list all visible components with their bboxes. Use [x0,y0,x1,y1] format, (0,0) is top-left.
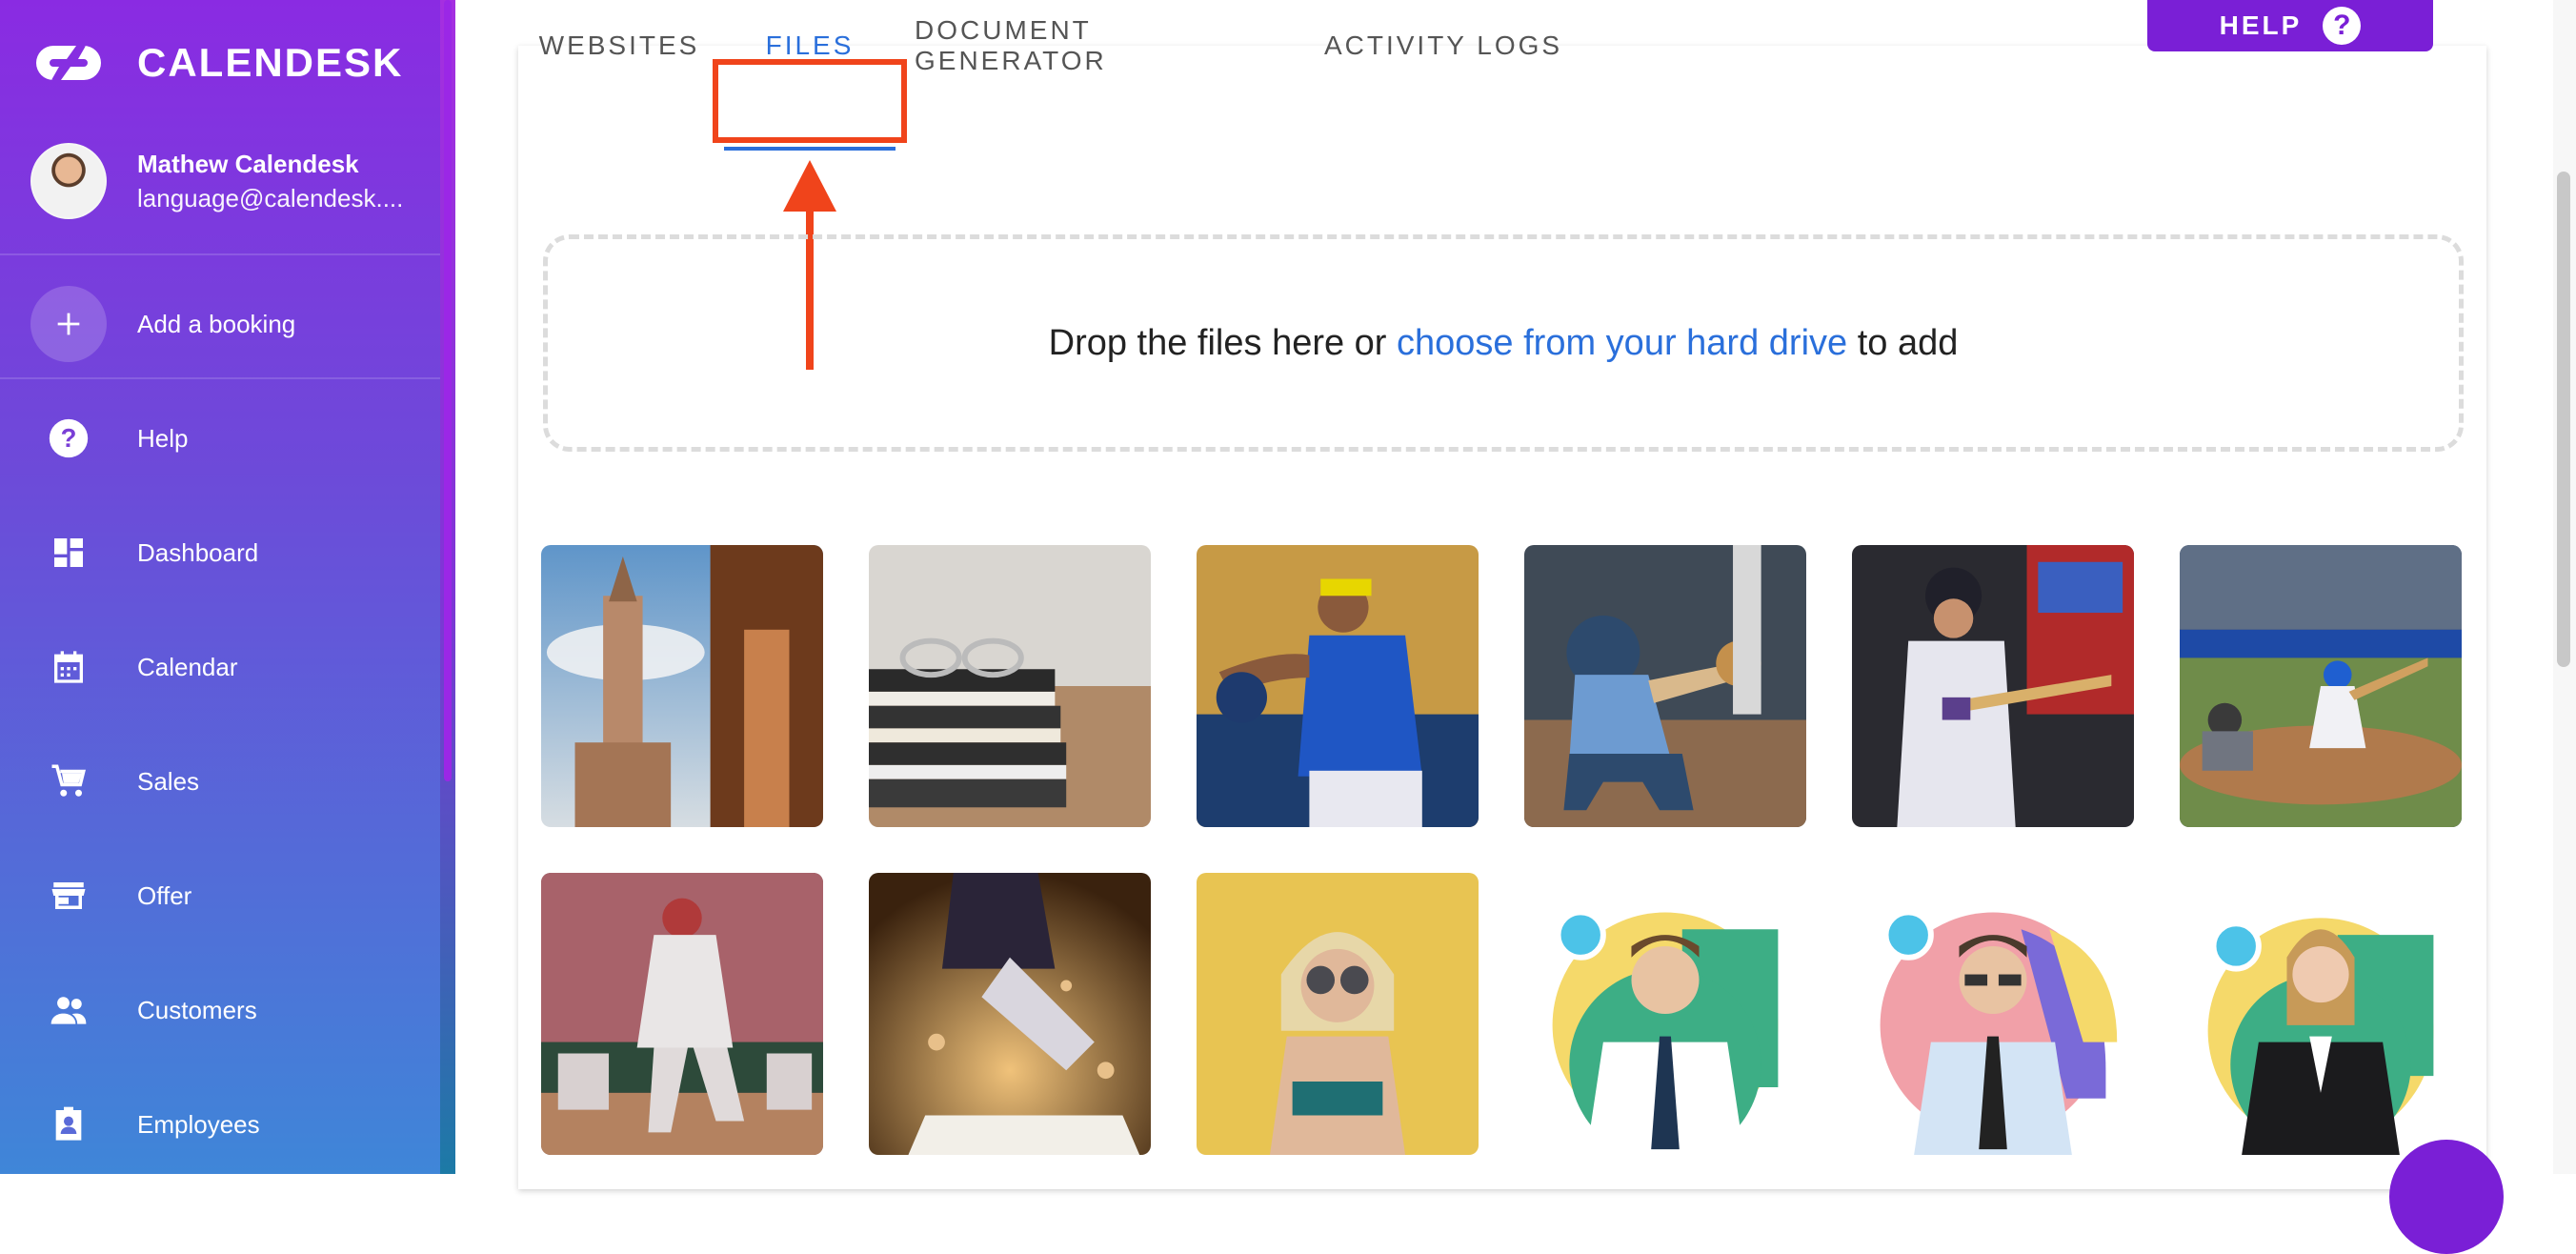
avatar [30,143,107,219]
file-thumbnail-woman-yellow[interactable] [1197,873,1479,1155]
question-circle-icon: ? [30,400,107,476]
sidebar-item-label: Add a booking [137,309,296,338]
sidebar-item-add-booking[interactable]: Add a booking [0,276,440,372]
file-thumbnail-woman-suit[interactable] [2180,873,2462,1155]
sidebar-item-label: Help [137,423,189,453]
image-icon [1852,873,2134,1155]
image-icon [2180,545,2462,827]
calendesk-logo-icon [36,46,101,80]
plus-icon [30,286,107,362]
sidebar-divider [0,377,440,379]
image-icon [2180,873,2462,1155]
dashboard-icon [30,515,107,591]
help-button-label: HELP [2219,10,2303,40]
sidebar-item-label: Offer [137,880,192,910]
sidebar-item-sales[interactable]: Sales [0,734,440,829]
sidebar-item-label: Dashboard [137,537,259,567]
sidebar-item-label: Employees [137,1109,260,1139]
brand[interactable]: CALENDESK [30,38,403,88]
image-icon [541,545,823,827]
image-icon [869,545,1151,827]
file-thumbnail-pitcher[interactable] [1197,545,1479,827]
sidebar-item-offer[interactable]: Offer [0,848,440,943]
tab-document-generator[interactable]: DOCUMENT GENERATOR [915,0,1277,91]
sidebar-item-label: Calendar [137,652,238,681]
people-icon [30,972,107,1048]
image-icon [541,873,823,1155]
tab-websites[interactable]: WEBSITES [533,0,705,91]
file-thumbnail-pitcher-stadium[interactable] [541,873,823,1155]
image-icon [1197,873,1479,1155]
floating-action-button[interactable] [2389,1140,2504,1254]
profile-email: language@calendesk.... [137,184,404,212]
file-thumbnail-tower[interactable] [541,545,823,827]
sidebar-item-label: Customers [137,995,257,1024]
sidebar-item-employees[interactable]: Employees [0,1077,440,1172]
sidebar-item-label: Sales [137,766,200,796]
sidebar-scrollbar[interactable] [440,0,455,1174]
file-thumbnail-game[interactable] [2180,545,2462,827]
active-tab-indicator [724,147,896,151]
user-profile[interactable]: Mathew Calendesk language@calendesk.... [30,143,403,219]
help-button[interactable]: HELP ? [2147,0,2433,51]
svg-text:?: ? [61,423,77,453]
dropzone-text-prefix: Drop the files here or [1048,322,1387,363]
sidebar-scroll-thumb[interactable] [444,0,452,781]
file-dropzone[interactable]: Drop the files here or choose from your … [543,234,2464,452]
calendar-icon [30,629,107,705]
brand-name: CALENDESK [137,40,404,85]
file-thumbnail-catcher[interactable] [1524,545,1806,827]
question-circle-icon: ? [2323,7,2362,45]
sidebar-item-calendar[interactable]: Calendar [0,619,440,715]
main-scroll-thumb[interactable] [2557,172,2570,667]
file-thumbnail-books[interactable] [869,545,1151,827]
sidebar: CALENDESK Mathew Calendesk language@cale… [0,0,440,1174]
choose-file-link[interactable]: choose from your hard drive [1397,323,1847,364]
image-icon [1524,545,1806,827]
image-icon [869,873,1151,1155]
image-icon [1197,545,1479,827]
image-icon [1524,873,1806,1155]
cart-icon [30,743,107,819]
sidebar-item-dashboard[interactable]: Dashboard [0,505,440,600]
sidebar-item-help[interactable]: ? Help [0,391,440,486]
tab-activity-logs[interactable]: ACTIVITY LOGS [1315,0,1572,91]
file-thumbnail-man-tie[interactable] [1524,873,1806,1155]
file-thumbnail-batter[interactable] [1852,545,2134,827]
badge-icon [30,1086,107,1163]
file-thumbnail-man-glasses[interactable] [1852,873,2134,1155]
dropzone-text-suffix: to add [1857,322,1959,363]
file-thumbnail-sliding[interactable] [869,873,1151,1155]
sidebar-item-customers[interactable]: Customers [0,962,440,1058]
store-icon [30,858,107,934]
image-icon [1852,545,2134,827]
sidebar-divider [0,253,440,255]
profile-name: Mathew Calendesk [137,150,359,178]
highlight-box [713,59,907,143]
